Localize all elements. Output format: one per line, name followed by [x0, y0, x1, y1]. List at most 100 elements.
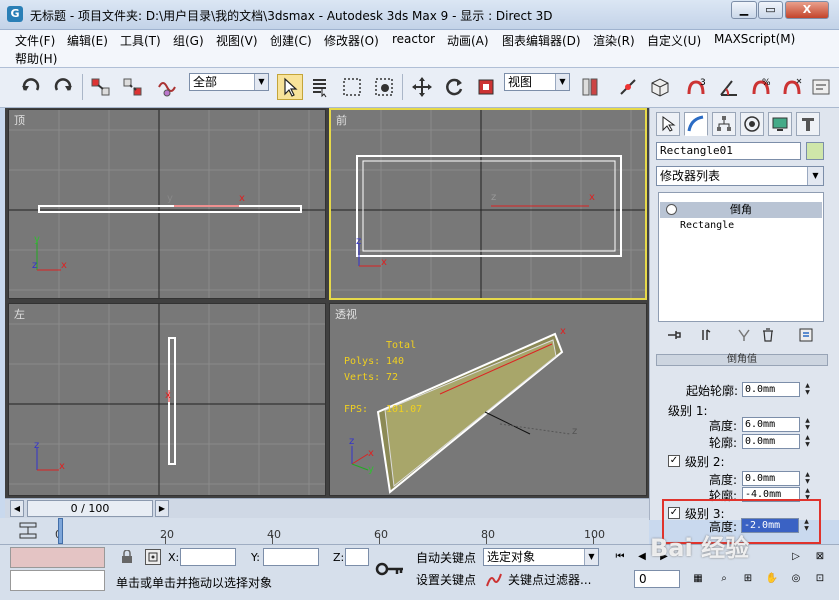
timeline-cursor[interactable]	[58, 518, 63, 544]
menu-reactor[interactable]: reactor	[392, 32, 435, 46]
rectangular-selection-icon[interactable]	[339, 74, 365, 100]
level2-checkbox[interactable]: ✓	[668, 455, 680, 467]
menu-tools[interactable]: 工具(T)	[120, 32, 161, 49]
minimize-button[interactable]: ▁	[731, 1, 757, 19]
maximize-viewport-icon[interactable]: ⊡	[812, 571, 828, 587]
menu-help[interactable]: 帮助(H)	[15, 50, 57, 67]
stack-item-bevel[interactable]: 倒角	[660, 202, 822, 218]
maxscript-input-mini[interactable]	[10, 570, 105, 591]
viewport-front[interactable]: 前 z x z x	[329, 108, 647, 300]
selection-filter-dropdown[interactable]: 全部 ▼	[189, 73, 269, 91]
modify-tab-icon[interactable]	[684, 112, 708, 136]
spinner-arrows-icon[interactable]: ▲ ▼	[803, 434, 812, 449]
go-to-start-icon[interactable]: ⏮	[612, 549, 628, 565]
menu-graph-editors[interactable]: 图表编辑器(D)	[502, 32, 581, 49]
zoom-icon[interactable]: ⌕	[716, 571, 732, 587]
menu-rendering[interactable]: 渲染(R)	[593, 32, 635, 49]
scale-icon[interactable]	[473, 74, 499, 100]
select-link-icon[interactable]	[88, 74, 114, 100]
lightbulb-icon[interactable]	[666, 204, 677, 215]
menu-modifiers[interactable]: 修改器(O)	[324, 32, 379, 49]
show-end-result-icon[interactable]	[696, 326, 716, 344]
angle-snap-icon[interactable]	[716, 74, 742, 100]
select-manipulate-icon[interactable]	[615, 74, 641, 100]
undo-icon[interactable]	[18, 74, 44, 100]
spinner-arrows-icon[interactable]: ▲ ▼	[803, 382, 812, 397]
level2-height-input[interactable]: 0.0mm	[742, 471, 800, 486]
menu-customize[interactable]: 自定义(U)	[647, 32, 701, 49]
keyboard-shortcut-icon[interactable]	[647, 74, 673, 100]
lock-selection-icon[interactable]	[120, 549, 134, 564]
field-of-view-icon[interactable]: ▷	[788, 549, 804, 565]
pin-stack-icon[interactable]	[664, 326, 684, 344]
zoom-all-icon[interactable]: ⊞	[740, 571, 756, 587]
menu-maxscript[interactable]: MAXScript(M)	[714, 32, 795, 46]
previous-frame-icon[interactable]: ◀	[10, 500, 24, 517]
key-mode-icon[interactable]	[370, 547, 410, 591]
hierarchy-tab-icon[interactable]	[712, 112, 736, 136]
menu-group[interactable]: 组(G)	[173, 32, 204, 49]
viewport-perspective[interactable]: 透视 Total Polys: 140 Verts: 72 FPS: 101.0…	[329, 303, 647, 496]
select-object-icon[interactable]	[277, 74, 303, 100]
select-by-name-icon[interactable]	[307, 74, 333, 100]
time-config-icon[interactable]: ▦	[690, 571, 706, 587]
motion-tab-icon[interactable]	[740, 112, 764, 136]
menu-animation[interactable]: 动画(A)	[447, 32, 489, 49]
x-coord-field[interactable]	[180, 548, 236, 566]
menu-file[interactable]: 文件(F)	[15, 32, 55, 49]
menu-create[interactable]: 创建(C)	[270, 32, 312, 49]
zoom-extents-icon[interactable]: ⊠	[812, 549, 828, 565]
bind-space-warp-icon[interactable]	[154, 74, 180, 100]
make-unique-icon[interactable]	[734, 326, 754, 344]
auto-key-button[interactable]: 自动关键点	[416, 548, 476, 568]
ref-coord-dropdown[interactable]: 视图 ▼	[504, 73, 570, 91]
object-color-swatch[interactable]	[806, 142, 824, 160]
next-frame-icon[interactable]: ▶	[155, 500, 169, 517]
selected-objects-dropdown[interactable]: 选定对象 ▼	[483, 548, 599, 566]
bevel-values-rollout-header[interactable]: 倒角值	[656, 354, 828, 366]
current-frame-field[interactable]: 0	[634, 570, 680, 588]
close-button[interactable]: X	[785, 1, 829, 19]
menu-edit[interactable]: 编辑(E)	[67, 32, 108, 49]
redo-icon[interactable]	[50, 74, 76, 100]
start-outline-input[interactable]: 0.0mm	[742, 382, 800, 397]
track-bar[interactable]: 0 20 40 60 80 100	[0, 518, 649, 544]
previous-key-icon[interactable]: ◀	[634, 549, 650, 565]
y-coord-field[interactable]	[263, 548, 319, 566]
z-coord-field[interactable]	[345, 548, 369, 566]
remove-modifier-icon[interactable]	[758, 326, 778, 344]
mini-curve-editor-icon[interactable]	[18, 521, 40, 541]
absolute-mode-icon[interactable]	[145, 549, 161, 565]
create-tab-icon[interactable]	[656, 112, 680, 136]
snap-toggle-icon[interactable]: 3	[683, 74, 709, 100]
maxscript-listener-mini[interactable]	[10, 547, 105, 568]
configure-sets-icon[interactable]	[796, 326, 816, 344]
level1-height-input[interactable]: 6.0mm	[742, 417, 800, 432]
named-selection-icon[interactable]	[808, 74, 834, 100]
stack-item-rectangle[interactable]: Rectangle	[660, 218, 822, 234]
maximize-button[interactable]: ▭	[758, 1, 783, 19]
rotate-icon[interactable]	[441, 74, 467, 100]
utilities-tab-icon[interactable]	[796, 112, 820, 136]
viewport-top[interactable]: 顶 y x z y x	[8, 109, 326, 299]
pan-icon[interactable]: ✋	[764, 571, 780, 587]
display-tab-icon[interactable]	[768, 112, 792, 136]
percent-snap-icon[interactable]: %	[748, 74, 774, 100]
spinner-arrows-icon[interactable]: ▲ ▼	[803, 471, 812, 486]
object-name-field[interactable]: Rectangle01	[656, 142, 801, 160]
timeline-track[interactable]: 0 20 40 60 80 100	[55, 518, 618, 544]
time-slider[interactable]: 0 / 100	[27, 500, 153, 517]
spinner-arrows-icon[interactable]: ▲ ▼	[803, 417, 812, 432]
menu-views[interactable]: 视图(V)	[216, 32, 258, 49]
viewport-left[interactable]: 左 x z x	[8, 303, 326, 496]
pivot-center-icon[interactable]	[577, 74, 603, 100]
modifier-list-dropdown[interactable]: 修改器列表 ▼	[656, 166, 824, 186]
unlink-icon[interactable]	[120, 74, 146, 100]
key-filters-button[interactable]: 关键点过滤器...	[508, 570, 591, 590]
orbit-icon[interactable]: ◎	[788, 571, 804, 587]
move-icon[interactable]	[409, 74, 435, 100]
level1-outline-input[interactable]: 0.0mm	[742, 434, 800, 449]
window-crossing-icon[interactable]	[371, 74, 397, 100]
spinner-snap-icon[interactable]	[779, 74, 805, 100]
key-filter-icon[interactable]	[485, 572, 503, 588]
